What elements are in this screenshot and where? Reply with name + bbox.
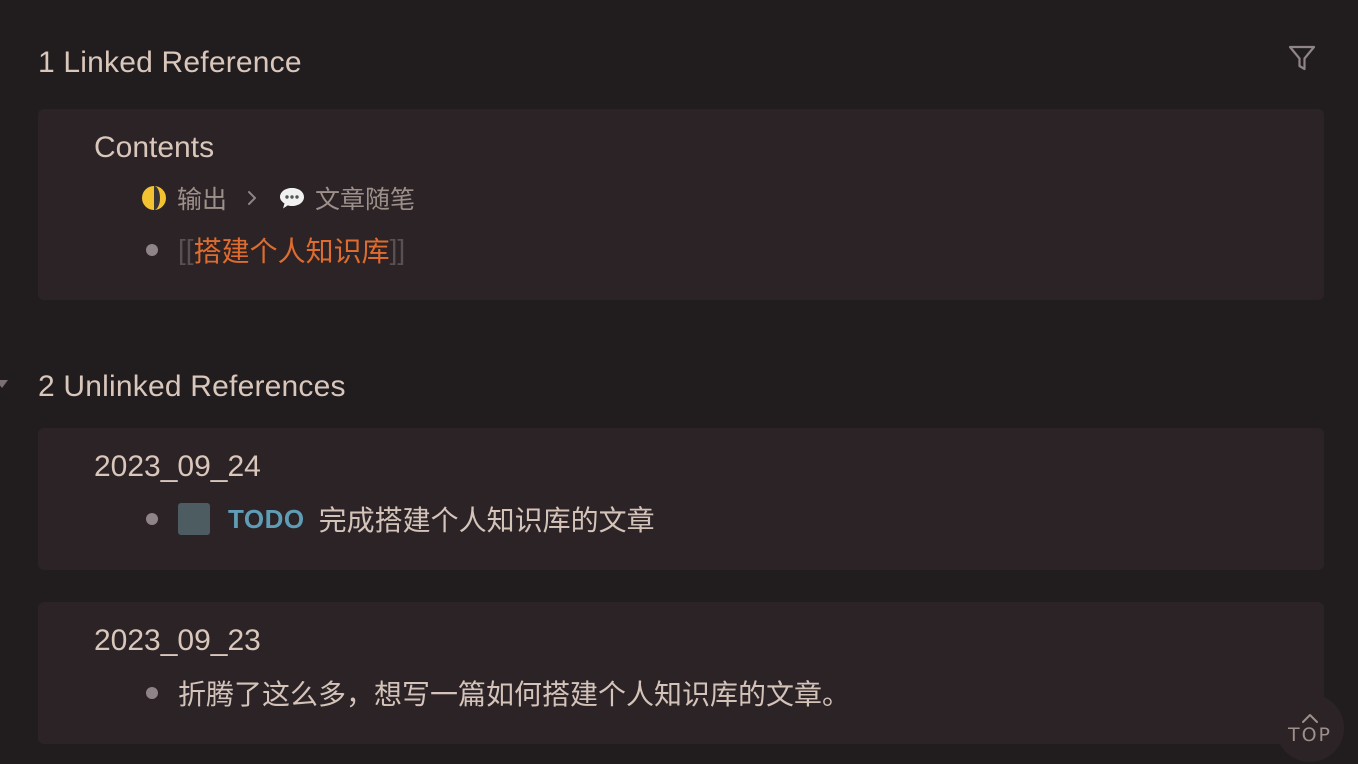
unlinked-references-title[interactable]: 2 Unlinked References [38, 370, 346, 404]
unlinked-reference-card: 2023_09_23 折腾了这么多，想写一篇如何搭建个人知识库的文章。 [38, 602, 1324, 744]
block-bullet[interactable] [146, 244, 158, 256]
ref-bracket-open: [[ [178, 234, 194, 265]
block-text[interactable]: 折腾了这么多，想写一篇如何搭建个人知识库的文章。 [178, 673, 850, 713]
filter-icon[interactable] [1286, 42, 1318, 74]
breadcrumb-item-essays[interactable]: 文章随笔 [315, 180, 415, 216]
chevron-up-icon [1302, 713, 1318, 723]
block-row: TODO 完成搭建个人知识库的文章 [146, 500, 655, 538]
page-reference-link[interactable]: 搭建个人知识库 [194, 230, 390, 270]
linked-reference-card: Contents 输出 文章随笔 [[ 搭建个人知识库 ]] [38, 109, 1324, 300]
reference-page-title[interactable]: 2023_09_24 [94, 450, 261, 484]
reference-page-title[interactable]: Contents [94, 131, 214, 165]
crescent-moon-icon [142, 186, 166, 210]
breadcrumb-item-output[interactable]: 输出 [177, 180, 227, 216]
collapse-arrow-icon[interactable] [0, 378, 12, 390]
chevron-right-icon [248, 191, 257, 205]
block-bullet[interactable] [146, 513, 158, 525]
todo-checkbox[interactable] [178, 503, 210, 535]
references-panel: 1 Linked Reference Contents 输出 文章随笔 [[搭… [0, 0, 1358, 764]
ref-bracket-close: ]] [389, 234, 406, 265]
block-row: 折腾了这么多，想写一篇如何搭建个人知识库的文章。 [146, 674, 850, 712]
block-bullet[interactable] [146, 687, 158, 699]
block-text[interactable]: 完成搭建个人知识库的文章 [319, 499, 655, 539]
linked-references-title[interactable]: 1 Linked Reference [38, 46, 302, 80]
todo-marker[interactable]: TODO [228, 504, 305, 535]
back-to-top-button[interactable]: TOP [1276, 694, 1344, 762]
back-to-top-label: TOP [1287, 723, 1333, 746]
reference-page-title[interactable]: 2023_09_23 [94, 624, 261, 658]
speech-bubble-icon [280, 188, 305, 209]
breadcrumb: 输出 文章随笔 [141, 181, 415, 215]
block-row: [[ 搭建个人知识库 ]] [146, 231, 405, 269]
unlinked-reference-card: 2023_09_24 TODO 完成搭建个人知识库的文章 [38, 428, 1324, 570]
